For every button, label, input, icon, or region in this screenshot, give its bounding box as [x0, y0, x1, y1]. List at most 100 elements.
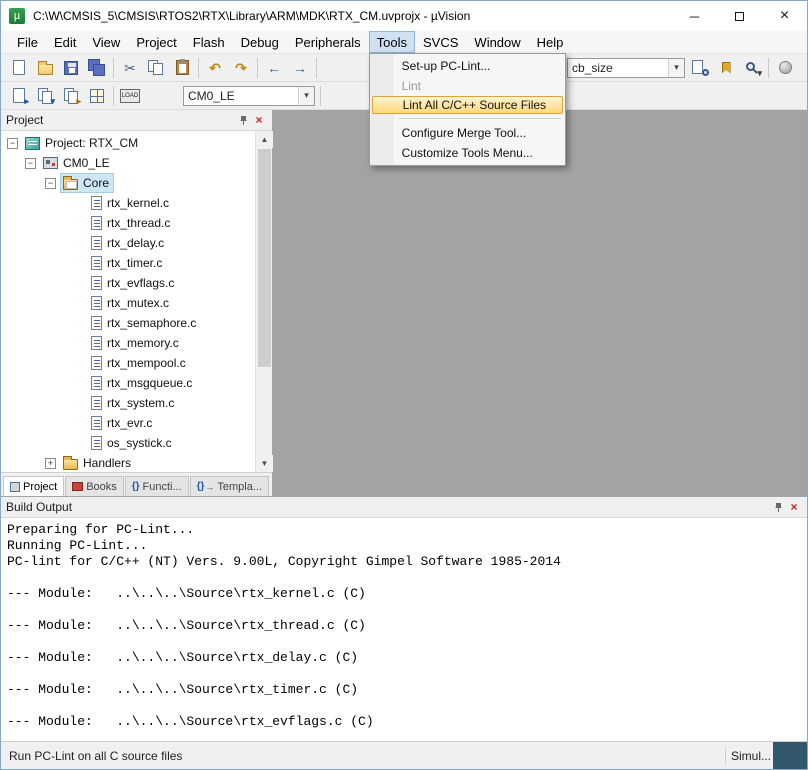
menu-item-debug[interactable]: Debug	[233, 31, 287, 53]
project-tab-icon	[10, 482, 20, 492]
status-message: Run PC-Lint on all C source files	[1, 749, 720, 763]
build-output-line: --- Module: ..\..\..\Source\rtx_kernel.c…	[7, 586, 801, 602]
tree-item-core-group[interactable]: − Core	[1, 173, 255, 193]
menu-separator	[398, 118, 561, 119]
build-output-line	[7, 634, 801, 650]
maximize-button[interactable]	[717, 1, 762, 31]
tree-item-project-root[interactable]: − Project: RTX_CM	[1, 133, 255, 153]
tree-item-file[interactable]: rtx_thread.c	[1, 213, 255, 233]
open-file-button[interactable]	[33, 56, 57, 80]
undo-button[interactable]: ↶	[203, 56, 227, 80]
find-in-files-icon	[692, 60, 708, 76]
tab-books[interactable]: Books	[65, 476, 124, 496]
menu-item-edit[interactable]: Edit	[46, 31, 84, 53]
scrollbar-thumb[interactable]	[258, 149, 271, 367]
tree-item-file[interactable]: os_systick.c	[1, 433, 255, 453]
find-combo-dropdown[interactable]: ▾	[668, 59, 684, 77]
menu-item-configure-merge-tool[interactable]: Configure Merge Tool...	[372, 123, 563, 143]
menu-item-project[interactable]: Project	[128, 31, 184, 53]
target-combo-dropdown[interactable]: ▾	[298, 87, 314, 105]
tree-item-file[interactable]: rtx_mempool.c	[1, 353, 255, 373]
tab-project[interactable]: Project	[3, 476, 64, 496]
menu-item-setup-pc-lint[interactable]: Set-up PC-Lint...	[372, 56, 563, 76]
expand-toggle[interactable]: −	[45, 178, 56, 189]
menu-item-tools[interactable]: Tools Set-up PC-Lint... Lint Lint All C/…	[369, 31, 415, 53]
save-icon	[64, 61, 78, 75]
save-button[interactable]	[59, 56, 83, 80]
tree-item-file[interactable]: rtx_semaphore.c	[1, 313, 255, 333]
debug-status-button	[773, 56, 797, 80]
c-file-icon	[91, 276, 102, 290]
find-input[interactable]	[568, 61, 668, 75]
expand-toggle[interactable]: +	[45, 458, 56, 469]
redo-button[interactable]: ↷	[229, 56, 253, 80]
search-button[interactable]: ▾	[740, 56, 764, 80]
close-panel-button[interactable]: ×	[786, 499, 802, 515]
tree-item-file[interactable]: rtx_system.c	[1, 393, 255, 413]
target-combo[interactable]: CM0_LE ▾	[183, 86, 315, 106]
tree-item-file[interactable]: rtx_memory.c	[1, 333, 255, 353]
target-icon	[43, 157, 58, 169]
menu-item-flash[interactable]: Flash	[185, 31, 233, 53]
close-panel-button[interactable]: ×	[251, 112, 267, 128]
build-button[interactable]: ▾	[33, 84, 57, 108]
menu-item-lint-all-sources[interactable]: Lint All C/C++ Source Files	[372, 96, 563, 114]
build-output-body[interactable]: Preparing for PC-Lint... Running PC-Lint…	[1, 518, 807, 741]
menu-item-help[interactable]: Help	[529, 31, 572, 53]
load-icon-label: LOAD	[122, 93, 138, 99]
tree-scrollbar[interactable]: ▲ ▼	[255, 131, 272, 472]
batch-build-icon	[90, 89, 104, 103]
batch-build-button[interactable]	[85, 84, 109, 108]
minimize-button[interactable]: ─	[672, 1, 717, 31]
tab-templates[interactable]: {} → Templa...	[190, 476, 269, 496]
paste-button[interactable]	[170, 56, 194, 80]
tree-item-file[interactable]: rtx_timer.c	[1, 253, 255, 273]
navigate-back-button[interactable]: ←	[262, 56, 286, 80]
tree-item-target[interactable]: − CM0_LE	[1, 153, 255, 173]
tree-item-label: Project: RTX_CM	[45, 136, 138, 150]
navigate-forward-icon: →	[293, 61, 307, 75]
menu-item-window[interactable]: Window	[466, 31, 528, 53]
expand-toggle[interactable]: −	[25, 158, 36, 169]
find-in-files-button[interactable]	[688, 56, 712, 80]
cut-button[interactable]: ✂	[118, 56, 142, 80]
rebuild-button[interactable]: ▸	[59, 84, 83, 108]
navigate-forward-button[interactable]: →	[288, 56, 312, 80]
expand-toggle[interactable]: −	[7, 138, 18, 149]
find-combo[interactable]: ▾	[567, 58, 685, 78]
menu-item-svcs[interactable]: SVCS	[415, 31, 466, 53]
tab-functions[interactable]: {} Functi...	[125, 476, 189, 496]
menu-item-view[interactable]: View	[84, 31, 128, 53]
copy-button[interactable]	[144, 56, 168, 80]
download-button[interactable]: LOAD	[118, 84, 142, 108]
tree-item-file[interactable]: rtx_msgqueue.c	[1, 373, 255, 393]
tree-item-handlers-group[interactable]: + Handlers	[1, 453, 255, 472]
close-button[interactable]: ×	[762, 1, 807, 31]
new-file-button[interactable]	[7, 56, 31, 80]
c-file-icon	[91, 196, 102, 210]
tree-item-file[interactable]: rtx_evflags.c	[1, 273, 255, 293]
tree-item-file[interactable]: rtx_delay.c	[1, 233, 255, 253]
scroll-up-button[interactable]: ▲	[256, 131, 273, 148]
tab-label: Project	[23, 481, 57, 493]
menu-item-customize-tools-menu[interactable]: Customize Tools Menu...	[372, 143, 563, 163]
translate-button[interactable]: ▸	[7, 84, 31, 108]
tree-item-file[interactable]: rtx_mutex.c	[1, 293, 255, 313]
toolbar-divider	[198, 58, 199, 78]
tree-item-file[interactable]: rtx_evr.c	[1, 413, 255, 433]
scrollbar-track[interactable]	[256, 148, 272, 455]
tree-item-file[interactable]: rtx_kernel.c	[1, 193, 255, 213]
scroll-down-icon: ▼	[261, 459, 269, 468]
tab-label: Functi...	[143, 481, 182, 493]
scroll-down-button[interactable]: ▼	[256, 455, 273, 472]
build-arrow-icon: ▾	[50, 97, 55, 106]
pin-panel-button[interactable]	[235, 112, 251, 128]
rebuild-arrow-icon: ▸	[76, 97, 81, 106]
save-all-button[interactable]	[85, 56, 109, 80]
bookmark-button[interactable]	[714, 56, 738, 80]
menu-item-peripherals[interactable]: Peripherals	[287, 31, 369, 53]
menu-item-file[interactable]: File	[9, 31, 46, 53]
pin-panel-button[interactable]	[770, 499, 786, 515]
redo-icon: ↷	[235, 61, 247, 75]
pin-icon	[773, 502, 784, 513]
